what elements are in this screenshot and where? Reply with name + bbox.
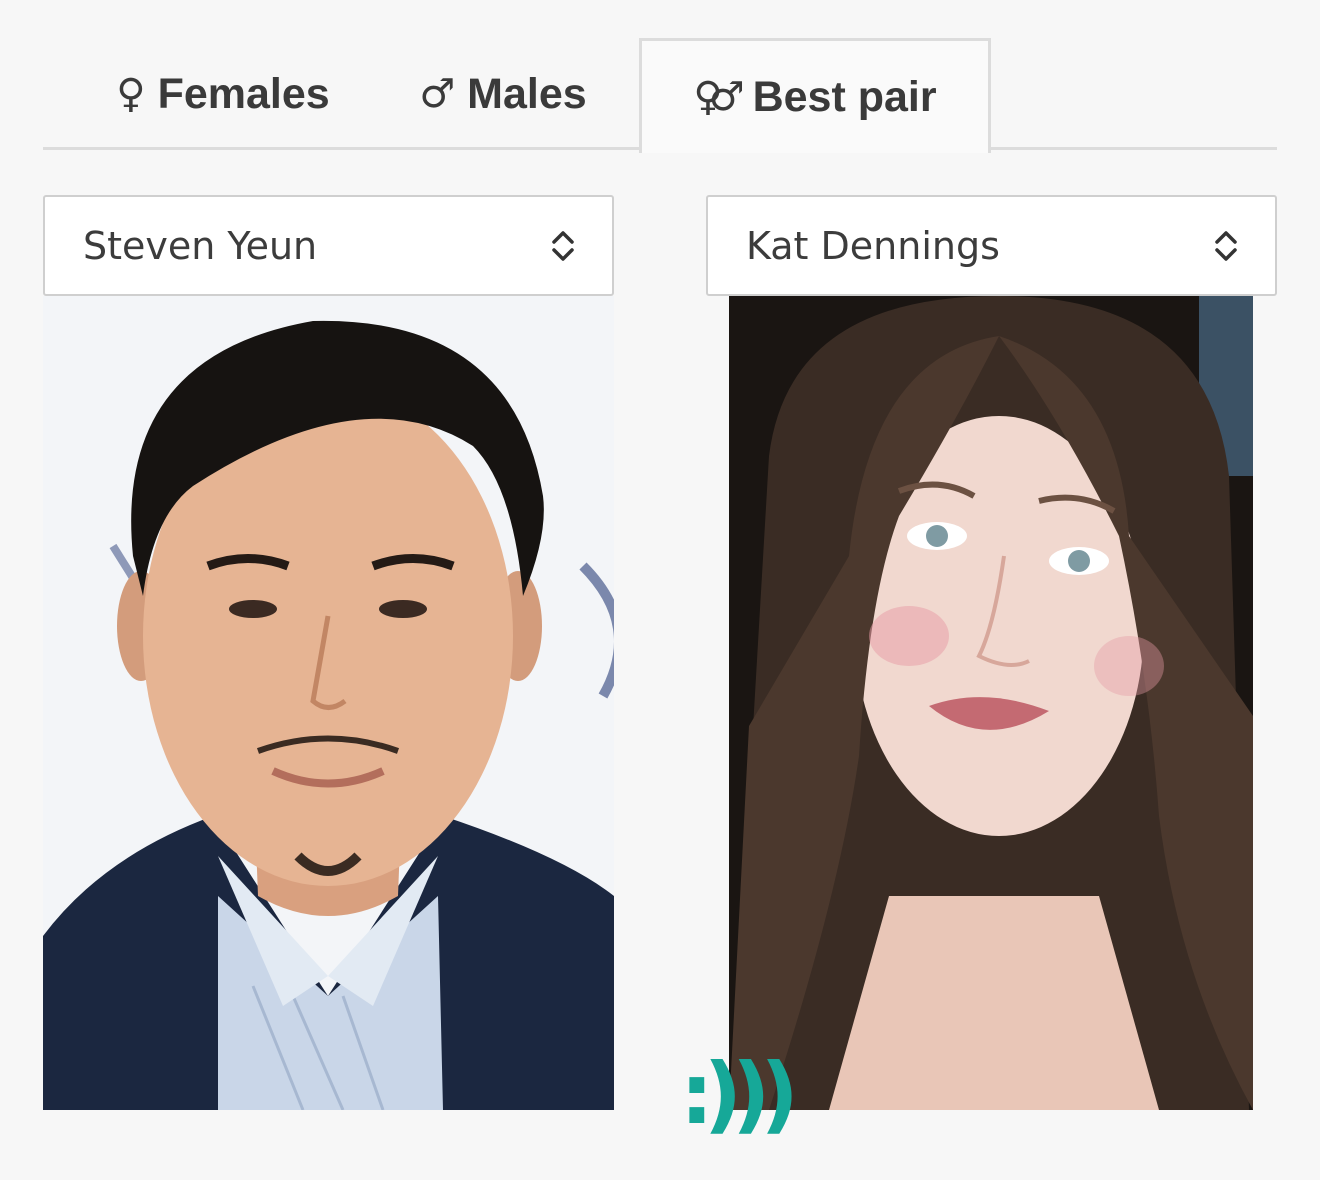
tab-females-label: Females: [157, 69, 330, 118]
person-photo-right: [729, 296, 1253, 1110]
female-symbol-icon: ♀: [116, 71, 146, 117]
man-portrait-image: [43, 296, 614, 1110]
tab-best-pair[interactable]: ♀♂ Best pair: [639, 38, 991, 153]
pair-symbol-icon: ♀♂: [693, 74, 744, 120]
male-symbol-icon: ♂: [419, 71, 456, 117]
tab-males-label: Males: [467, 69, 587, 118]
smiley-logo: :))): [680, 1045, 799, 1143]
person-select-left-value: Steven Yeun: [83, 223, 318, 268]
woman-portrait-image: [729, 296, 1253, 1110]
person-select-right-value: Kat Dennings: [746, 223, 1000, 268]
person-select-right[interactable]: Kat Dennings: [706, 195, 1277, 296]
app-root: ♀ Females ♂ Males ♀♂ Best pair Steven Ye…: [0, 0, 1320, 1180]
tab-males[interactable]: ♂ Males: [403, 38, 603, 150]
tab-females[interactable]: ♀ Females: [83, 38, 363, 150]
person-photo-left: [43, 296, 614, 1110]
tab-bar: ♀ Females ♂ Males ♀♂ Best pair: [43, 38, 1277, 153]
chevron-up-down-icon: [552, 230, 574, 261]
chevron-up-down-icon: [1215, 230, 1237, 261]
tab-best-pair-label: Best pair: [752, 72, 937, 121]
person-select-left[interactable]: Steven Yeun: [43, 195, 614, 296]
